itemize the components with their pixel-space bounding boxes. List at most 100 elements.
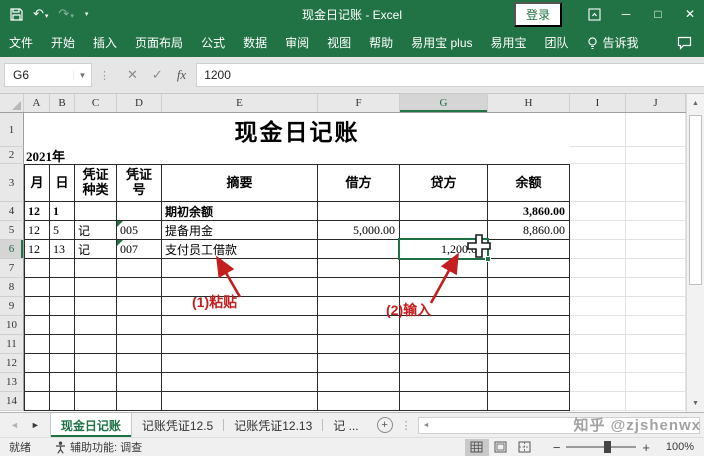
header-voucher-type[interactable]: 凭证种类 [75,164,117,202]
col-header-J[interactable]: J [626,94,686,112]
cell-E13[interactable] [162,373,318,392]
scroll-down-icon[interactable]: ▼ [687,394,704,412]
cell-I10[interactable] [570,316,626,335]
row-header-3[interactable]: 3 [0,164,24,202]
cell-I11[interactable] [570,335,626,354]
cell-A6[interactable]: 12 [24,240,50,259]
cell-D4[interactable] [117,202,162,221]
sheet-tab-cash-journal[interactable]: 现金日记账 [50,413,132,437]
cell-F6[interactable] [318,240,400,259]
cell-J2[interactable] [626,147,686,164]
cell-J14[interactable] [626,392,686,411]
cell-J1[interactable] [626,113,686,147]
sheet-title-cell[interactable]: 现金日记账 [24,113,570,147]
sheet-tab-voucher-12-13[interactable]: 记账凭证12.13 [224,413,322,437]
cell-E11[interactable] [162,335,318,354]
redo-button[interactable]: ↷▾ [58,5,73,23]
cell-C14[interactable] [75,392,117,411]
tab-splitter[interactable]: ⋮ [401,419,412,432]
cell-A13[interactable] [24,373,50,392]
cell-D8[interactable] [117,278,162,297]
cell-H9[interactable] [488,297,570,316]
cell-A7[interactable] [24,259,50,278]
cell-F12[interactable] [318,354,400,373]
login-button[interactable]: 登录 [514,2,562,27]
row-header-11[interactable]: 11 [0,335,24,354]
formula-input[interactable]: 1200 [196,63,704,87]
row-header-12[interactable]: 12 [0,354,24,373]
cell-H10[interactable] [488,316,570,335]
cell-B5[interactable]: 5 [50,221,75,240]
col-header-D[interactable]: D [117,94,162,112]
cell-H12[interactable] [488,354,570,373]
row-header-2[interactable]: 2 [0,147,24,164]
cell-J7[interactable] [626,259,686,278]
cell-J6[interactable] [626,240,686,259]
sheet-tab-voucher-12-5[interactable]: 记账凭证12.5 [132,413,223,437]
cell-I2[interactable] [570,147,626,164]
header-balance[interactable]: 余额 [488,164,570,202]
cell-B12[interactable] [50,354,75,373]
cell-B13[interactable] [50,373,75,392]
tab-data[interactable]: 数据 [234,28,276,57]
cancel-icon[interactable]: ✕ [127,67,138,83]
cell-F14[interactable] [318,392,400,411]
cell-J5[interactable] [626,221,686,240]
cell-I3[interactable] [570,164,626,202]
cell-A12[interactable] [24,354,50,373]
cell-C5[interactable]: 记 [75,221,117,240]
minimize-button[interactable]: ─ [612,0,640,28]
cell-I8[interactable] [570,278,626,297]
name-box-dropdown-icon[interactable]: ▼ [73,71,91,80]
save-icon[interactable] [10,8,23,21]
row-header-10[interactable]: 10 [0,316,24,335]
tab-home[interactable]: 开始 [42,28,84,57]
tab-nav-right-icon[interactable]: ► [31,420,40,430]
cell-G14[interactable] [400,392,488,411]
tab-yyb[interactable]: 易用宝 [482,28,536,57]
col-header-B[interactable]: B [50,94,75,112]
zoom-slider-thumb[interactable] [604,441,611,453]
tell-me-box[interactable]: 告诉我 [578,34,647,51]
ribbon-display-options-icon[interactable] [580,0,608,28]
zoom-level[interactable]: 100% [664,441,704,453]
cell-G13[interactable] [400,373,488,392]
cell-E14[interactable] [162,392,318,411]
cell-E5[interactable]: 提备用金 [162,221,318,240]
cell-E10[interactable] [162,316,318,335]
header-credit[interactable]: 贷方 [400,164,488,202]
zoom-in-icon[interactable]: + [636,440,656,455]
cell-C11[interactable] [75,335,117,354]
row-header-9[interactable]: 9 [0,297,24,316]
tab-page-layout[interactable]: 页面布局 [126,28,192,57]
cell-E8[interactable] [162,278,318,297]
header-day[interactable]: 日 [50,164,75,202]
cell-J12[interactable] [626,354,686,373]
cell-D11[interactable] [117,335,162,354]
row-header-4[interactable]: 4 [0,202,24,221]
cell-E9[interactable] [162,297,318,316]
cell-D12[interactable] [117,354,162,373]
cell-E7[interactable] [162,259,318,278]
cell-C7[interactable] [75,259,117,278]
cell-I9[interactable] [570,297,626,316]
cell-F5[interactable]: 5,000.00 [318,221,400,240]
tab-insert[interactable]: 插入 [84,28,126,57]
cell-G4[interactable] [400,202,488,221]
cell-J8[interactable] [626,278,686,297]
customize-qat-icon[interactable]: ▾ [85,10,89,18]
cell-H5[interactable]: 8,860.00 [488,221,570,240]
page-layout-view-icon[interactable] [489,439,513,456]
cell-H8[interactable] [488,278,570,297]
cell-H11[interactable] [488,335,570,354]
sheet-tab-truncated[interactable]: 记 ... [323,413,368,437]
name-box[interactable]: G6 ▼ [4,63,92,87]
cell-I12[interactable] [570,354,626,373]
scroll-up-icon[interactable]: ▲ [687,94,704,112]
tab-team[interactable]: 团队 [536,28,578,57]
cell-A4[interactable]: 12 [24,202,50,221]
cell-A5[interactable]: 12 [24,221,50,240]
cell-C10[interactable] [75,316,117,335]
year-cell[interactable]: 2021年 [24,147,570,164]
cell-G12[interactable] [400,354,488,373]
